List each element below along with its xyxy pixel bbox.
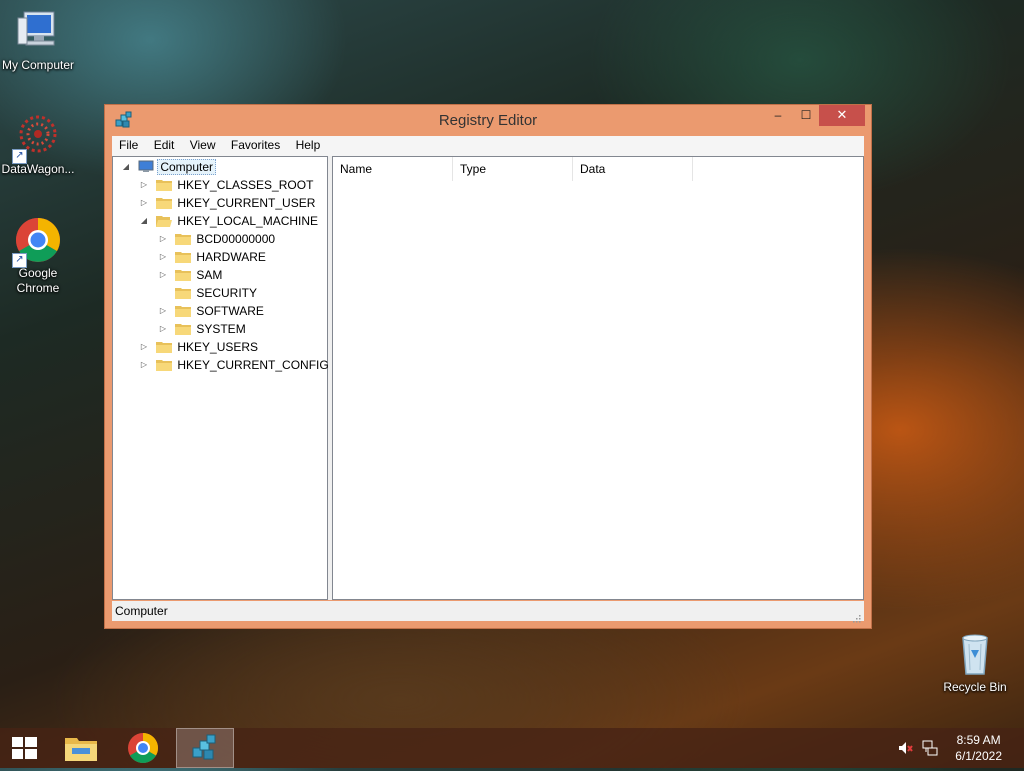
desktop-icon-my-computer[interactable]: My Computer [0,8,76,73]
menu-edit[interactable]: Edit [149,136,180,154]
open-folder-icon [156,214,173,228]
expand-arrow-icon[interactable]: ▷ [158,320,168,338]
taskbar-file-explorer[interactable] [52,728,110,768]
tree-node-label: SAM [196,268,223,282]
collapse-arrow-icon[interactable]: ◢ [139,212,149,230]
shortcut-arrow-icon: ↗ [12,149,27,164]
column-header-name[interactable]: Name [333,157,453,181]
menu-view[interactable]: View [185,136,221,154]
desktop-icon-recycle-bin[interactable]: Recycle Bin [937,630,1013,695]
tree-node-label: SYSTEM [196,322,246,336]
taskbar: 8:59 AM 6/1/2022 [0,728,1024,768]
folder-icon [156,178,173,192]
taskbar-registry-editor[interactable] [176,728,234,768]
muted-speaker-icon[interactable] [898,740,914,756]
menu-bar: File Edit View Favorites Help [112,136,864,156]
tree-node-sam[interactable]: ▷ SAM [158,266,224,284]
expand-arrow-icon[interactable]: ▷ [139,176,149,194]
tree-node-label: SECURITY [196,286,258,300]
tree-node-security[interactable]: SECURITY [158,284,259,302]
status-bar: Computer [112,601,864,623]
file-explorer-icon [65,738,97,761]
folder-icon [175,286,192,300]
folder-icon [156,358,173,372]
tree-node-hkey-users[interactable]: ▷ HKEY_USERS [139,338,260,356]
clock-time: 8:59 AM [956,733,1001,747]
windows-start-icon [12,737,37,759]
content-area: ◢ Computer ▷ HKEY_CLASSES_ROOT ▷ HKEY_CU… [112,156,864,600]
chrome-icon: ↗ [12,216,62,268]
expand-arrow-icon[interactable]: ▷ [158,230,168,248]
tree-node-label: BCD00000000 [196,232,276,246]
tree-node-hkey-classes-root[interactable]: ▷ HKEY_CLASSES_ROOT [139,176,315,194]
computer-icon [138,160,154,173]
collapse-arrow-icon[interactable]: ◢ [121,158,131,176]
tree-node-label: HKEY_CURRENT_CONFIG [177,358,329,372]
tree-node-hardware[interactable]: ▷ HARDWARE [158,248,268,266]
clock-date: 6/1/2022 [955,749,1002,763]
window-title: Registry Editor [438,112,538,129]
tree-node-hkey-current-user[interactable]: ▷ HKEY_CURRENT_USER [139,194,317,212]
taskbar-chrome[interactable] [114,728,172,768]
chrome-icon [128,733,159,764]
menu-favorites[interactable]: Favorites [226,136,285,154]
close-button[interactable]: ✕ [819,105,865,126]
registry-tree[interactable]: ◢ Computer ▷ HKEY_CLASSES_ROOT ▷ HKEY_CU… [112,156,331,600]
expand-arrow-icon[interactable]: ▷ [158,302,168,320]
expand-arrow-icon[interactable]: ▷ [158,248,168,266]
resize-grip-icon[interactable] [851,609,861,623]
folder-icon [156,340,173,354]
tree-node-label: HKEY_CLASSES_ROOT [177,178,314,192]
column-header-data[interactable]: Data [573,157,693,181]
desktop-icon-google-chrome[interactable]: ↗ Google Chrome [0,216,76,296]
tree-node-system[interactable]: ▷ SYSTEM [158,320,248,338]
recycle-bin-icon [951,630,999,678]
desktop-icon-label: My Computer [1,58,75,72]
tree-node-label: HKEY_CURRENT_USER [177,196,316,210]
expand-arrow-icon[interactable]: ▷ [139,356,149,374]
folder-icon [175,322,192,336]
maximize-button[interactable]: ☐ [793,105,819,126]
tree-node-hkey-local-machine[interactable]: ◢ HKEY_LOCAL_MACHINE [139,212,320,230]
shortcut-arrow-icon: ↗ [12,253,27,268]
system-clock[interactable]: 8:59 AM 6/1/2022 [955,732,1002,764]
tree-node-hkey-current-config[interactable]: ▷ HKEY_CURRENT_CONFIG [139,356,331,374]
tree-node-bcd00000000[interactable]: ▷ BCD00000000 [158,230,277,248]
expand-arrow-icon[interactable]: ▷ [139,338,149,356]
values-list[interactable]: Name Type Data [332,156,864,600]
tree-node-computer[interactable]: ◢ Computer [121,158,217,176]
minimize-button[interactable]: – [765,105,791,126]
regedit-icon [192,734,216,760]
menu-help[interactable]: Help [291,136,326,154]
expand-arrow-icon[interactable]: ▷ [139,194,149,212]
folder-icon [156,196,173,210]
tree-node-software[interactable]: ▷ SOFTWARE [158,302,266,320]
computer-icon [14,8,62,56]
folder-icon [175,232,192,246]
desktop-icon-label: Google Chrome [16,266,60,295]
menu-file[interactable]: File [114,136,143,154]
folder-icon [175,268,192,282]
status-text: Computer [115,604,168,618]
desktop-icon-datawagon[interactable]: ↗ DataWagon... [0,112,76,177]
folder-icon [175,250,192,264]
start-button[interactable] [0,728,48,768]
desktop-icon-label: Recycle Bin [943,680,1007,694]
registry-editor-window[interactable]: Registry Editor – ☐ ✕ File Edit View Fav… [104,104,872,629]
folder-icon [175,304,192,318]
tree-node-label: HARDWARE [196,250,266,264]
tree-node-label: Computer [157,159,217,175]
desktop-icon-label: DataWagon... [1,162,75,176]
column-headers: Name Type Data [333,157,863,181]
title-bar[interactable]: Registry Editor – ☐ ✕ [105,105,871,135]
tree-node-label: HKEY_LOCAL_MACHINE [177,214,319,228]
datawagon-icon: ↗ [12,112,62,164]
column-header-type[interactable]: Type [453,157,573,181]
tree-node-label: HKEY_USERS [177,340,259,354]
network-icon[interactable] [922,740,938,756]
tree-node-label: SOFTWARE [196,304,264,318]
expand-arrow-icon[interactable]: ▷ [158,266,168,284]
